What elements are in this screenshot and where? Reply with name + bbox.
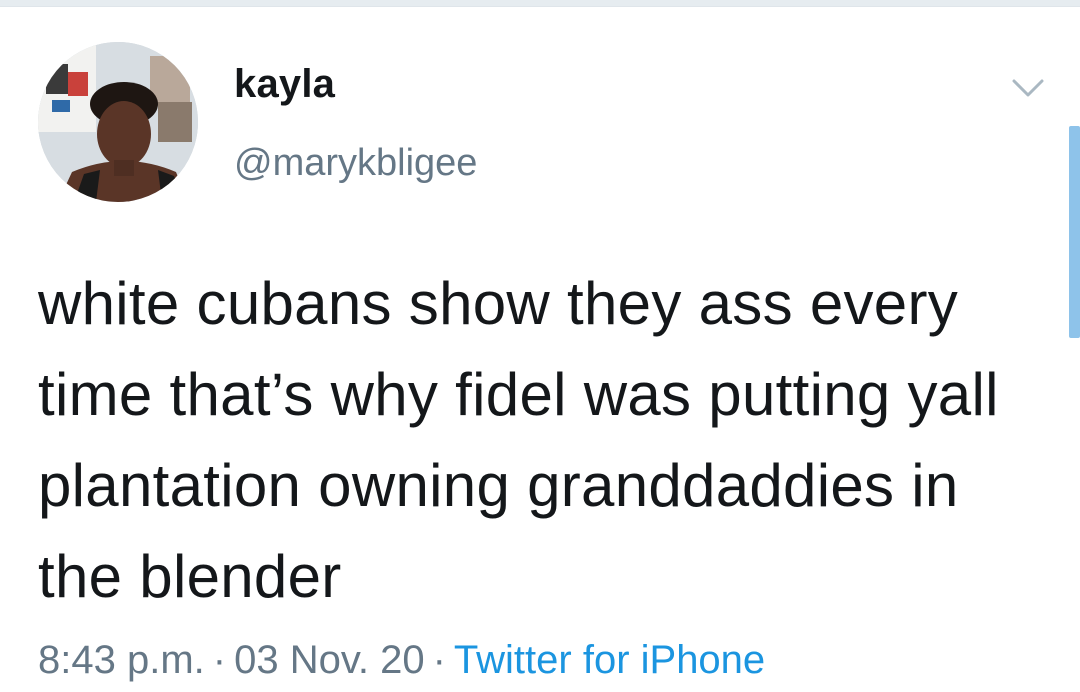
chevron-down-icon[interactable] [1008,72,1048,104]
meta-separator: · [212,638,227,682]
scrollbar[interactable] [1069,126,1080,338]
top-divider [0,0,1080,7]
avatar-image [38,42,198,202]
avatar[interactable] [38,42,198,202]
tweet-text: white cubans show they ass every time th… [38,270,999,610]
tweet-detail-view: kayla @marykbligee white cubans show the… [0,0,1080,692]
tweet-source-link[interactable]: Twitter for iPhone [454,638,765,682]
meta-separator: · [432,638,446,682]
author-handle[interactable]: @marykbligee [234,142,477,185]
tweet-metadata: 8:43 p.m. · 03 Nov. 20 · Twitter for iPhone [38,638,765,683]
tweet-time[interactable]: 8:43 p.m. [38,638,205,682]
author-display-name[interactable]: kayla [234,62,335,107]
tweet-date[interactable]: 03 Nov. 20 [234,638,425,682]
